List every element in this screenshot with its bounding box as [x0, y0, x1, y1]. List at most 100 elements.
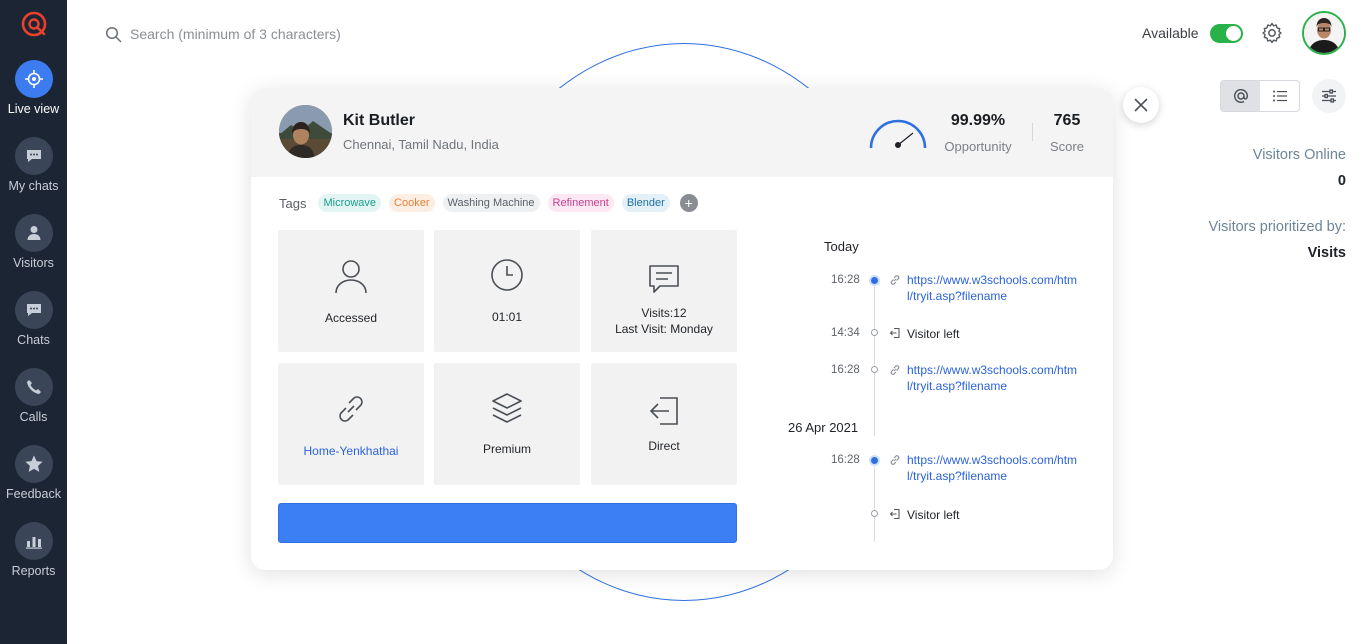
- bar-chart-icon: [14, 522, 53, 560]
- gear-icon[interactable]: [1260, 21, 1284, 45]
- sidebar-item-label: My chats: [8, 179, 59, 193]
- plan-tile: Premium: [434, 363, 580, 485]
- availability-toggle[interactable]: [1210, 24, 1243, 43]
- visitor-name: Kit Butler: [343, 112, 415, 129]
- opportunity-label: Opportunity: [944, 139, 1012, 154]
- app-logo-icon[interactable]: [20, 10, 48, 38]
- message-icon: [649, 265, 679, 293]
- timeline-dot: [871, 366, 878, 373]
- visitors-online-count: 0: [1337, 173, 1346, 189]
- timeline-line: [874, 456, 875, 542]
- visitor-location: Chennai, Tamil Nadu, India: [343, 137, 499, 152]
- sidebar-item-reports[interactable]: Reports: [0, 522, 67, 578]
- close-icon: [1134, 98, 1148, 112]
- opportunity-value: 99.99%: [950, 112, 1006, 129]
- visits-tile: Visits:12 Last Visit: Monday: [591, 230, 737, 352]
- sidebar-item-my-chats[interactable]: My chats: [0, 137, 67, 193]
- tag-chip[interactable]: Cooker: [389, 194, 435, 212]
- visited-url-link[interactable]: https://www.w3schools.com/html/tryit.asp…: [907, 362, 1082, 394]
- visited-url-link[interactable]: https://www.w3schools.com/html/tryit.asp…: [907, 452, 1082, 484]
- visitors-online: Visitors Online 0: [1253, 147, 1346, 189]
- prioritized-label: Visitors prioritized by:: [1208, 219, 1346, 235]
- sign-in-icon: [649, 397, 678, 425]
- filter-button[interactable]: [1312, 79, 1346, 113]
- source-tile: Direct: [591, 363, 737, 485]
- link-icon: [890, 455, 900, 465]
- layers-icon: [492, 393, 522, 423]
- at-view-button[interactable]: [1221, 81, 1260, 111]
- visited-url-link[interactable]: https://www.w3schools.com/html/tryit.asp…: [907, 272, 1082, 304]
- visitor-header: Kit Butler Chennai, Tamil Nadu, India 99…: [251, 88, 1113, 177]
- chat-bubble-icon: [14, 137, 53, 175]
- sidebar-item-label: Reports: [11, 564, 56, 578]
- close-button[interactable]: [1123, 87, 1159, 123]
- accessed-label: Accessed: [324, 311, 378, 325]
- last-visit: Last Visit: Monday: [615, 322, 713, 336]
- opportunity-stat: 99.99% Opportunity: [941, 112, 1015, 154]
- visitor-card: Kit Butler Chennai, Tamil Nadu, India 99…: [251, 88, 1113, 570]
- page-tile: Home-Yenkhathai: [278, 363, 424, 485]
- sidebar-item-visitors[interactable]: Visitors: [0, 214, 67, 270]
- score-label: Score: [1050, 139, 1084, 154]
- exit-icon: [889, 508, 900, 520]
- sidebar-item-calls[interactable]: Calls: [0, 368, 67, 424]
- tags-row: Tags Microwave Cooker Washing Machine Re…: [279, 194, 698, 212]
- timeline-line: [874, 276, 875, 436]
- avatar[interactable]: [1302, 11, 1346, 55]
- tag-chip[interactable]: Microwave: [318, 194, 382, 212]
- source-value: Direct: [648, 439, 680, 453]
- score-stat: 765 Score: [1045, 112, 1089, 154]
- sidebar-item-label: Calls: [19, 410, 48, 424]
- chat-bubble-icon: [14, 291, 53, 329]
- timeline-dot: [869, 275, 880, 286]
- sidebar-item-feedback[interactable]: Feedback: [0, 445, 67, 501]
- user-photo-icon: [1304, 13, 1344, 53]
- sidebar-item-label: Visitors: [13, 256, 54, 270]
- visitor-photo-icon: [279, 105, 332, 158]
- timeline-date: Today: [824, 239, 859, 254]
- sidebar-item-label: Live view: [7, 102, 60, 116]
- tag-chip[interactable]: Washing Machine: [442, 194, 540, 212]
- visitor-left-text: Visitor left: [907, 327, 960, 341]
- timeline-dot: [869, 455, 880, 466]
- sliders-icon: [1322, 89, 1336, 103]
- tag-chip[interactable]: Blender: [621, 194, 670, 212]
- plan-value: Premium: [482, 442, 531, 456]
- prioritized-value: Visits: [1307, 245, 1346, 261]
- score-value: 765: [1053, 112, 1081, 129]
- visitors-prioritized: Visitors prioritized by: Visits: [1208, 219, 1346, 261]
- search-input[interactable]: [130, 26, 410, 42]
- gauge-icon: [869, 119, 927, 149]
- primary-action-button[interactable]: [278, 503, 737, 543]
- timeline-dot: [871, 510, 878, 517]
- search-icon: [105, 26, 122, 42]
- accessed-tile: Accessed: [278, 230, 424, 352]
- timeline-time: 14:34: [831, 327, 860, 339]
- visits-count: Visits:12: [641, 306, 687, 320]
- clock-icon: [491, 259, 523, 291]
- sidebar: Live view My chats Visitors Chats Calls …: [0, 0, 67, 644]
- link-icon: [339, 396, 363, 422]
- link-icon: [890, 365, 900, 375]
- search-bar: [105, 22, 425, 46]
- sidebar-item-label: Chats: [17, 333, 50, 347]
- sidebar-item-chats[interactable]: Chats: [0, 291, 67, 347]
- add-tag-button[interactable]: +: [679, 194, 698, 212]
- user-outline-icon: [335, 260, 367, 294]
- stat-divider: [1032, 123, 1033, 141]
- duration-value: 01:01: [491, 310, 523, 324]
- tag-chip[interactable]: Refinement: [547, 194, 614, 212]
- duration-tile: 01:01: [434, 230, 580, 352]
- timeline-time: 16:28: [831, 364, 860, 376]
- exit-icon: [889, 327, 900, 339]
- tags-label: Tags: [279, 195, 307, 211]
- sidebar-item-live-view[interactable]: Live view: [0, 60, 67, 116]
- list-icon: [1272, 90, 1287, 102]
- availability-label: Available: [1142, 25, 1199, 41]
- visitors-online-label: Visitors Online: [1252, 147, 1346, 163]
- sidebar-item-label: Feedback: [6, 487, 61, 501]
- timeline-time: 16:28: [831, 274, 860, 286]
- list-view-button[interactable]: [1260, 81, 1299, 111]
- timeline-date: 26 Apr 2021: [788, 420, 859, 435]
- page-link[interactable]: Home-Yenkhathai: [278, 443, 424, 459]
